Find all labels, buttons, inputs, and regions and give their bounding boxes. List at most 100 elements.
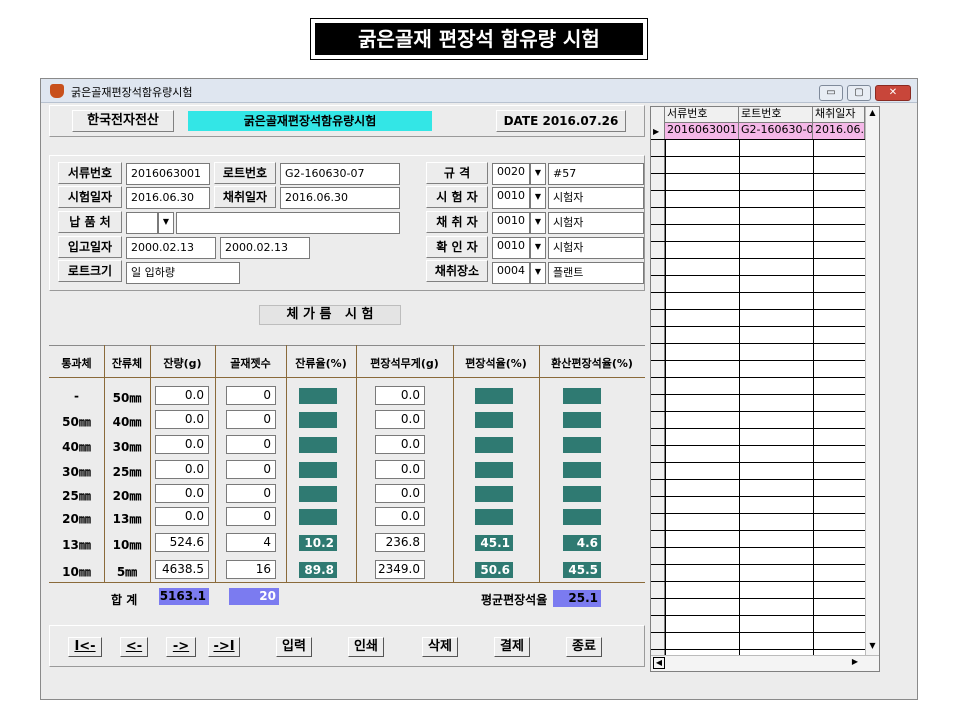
grid-col-doc-no[interactable]: 서류번호 xyxy=(665,107,739,123)
lot-size-field[interactable]: 일 입하량 xyxy=(126,262,240,284)
doc-no-field[interactable]: 2016063001 xyxy=(126,163,210,185)
flaky-mass-field[interactable]: 0.0 xyxy=(375,507,425,526)
flaky-pct-value: 45.1 xyxy=(475,535,513,551)
flaky-mass-field[interactable]: 236.8 xyxy=(375,533,425,552)
grid-col-line xyxy=(665,139,666,655)
date-display: DATE 2016.07.26 xyxy=(496,110,626,132)
first-record-button[interactable]: I<- xyxy=(68,637,102,657)
flaky-mass-field[interactable]: 0.0 xyxy=(375,460,425,479)
count-field[interactable]: 4 xyxy=(226,533,276,552)
checker-label: 확 인 자 xyxy=(426,236,488,258)
scroll-left-icon[interactable]: ◀ xyxy=(653,657,665,669)
exit-button[interactable]: 종료 xyxy=(566,637,602,657)
maximize-button[interactable]: ▢ xyxy=(847,85,871,101)
supplier-name-field[interactable] xyxy=(176,212,400,234)
arrival-from-field[interactable]: 2000.02.13 xyxy=(126,237,216,259)
grid-col-collect-date[interactable]: 채취일자 xyxy=(813,107,865,123)
collector-name-field[interactable]: 시험자 xyxy=(548,212,644,234)
mass-field[interactable]: 0.0 xyxy=(155,484,209,503)
grid-cell-doc-no[interactable]: 2016063001 xyxy=(665,123,739,139)
supplier-code-field[interactable] xyxy=(126,212,158,234)
pass-sieve-label: 30㎜ xyxy=(62,465,91,479)
minimize-button[interactable]: ▭ xyxy=(819,85,843,101)
spec-value-field[interactable]: #57 xyxy=(548,163,644,185)
count-field[interactable]: 0 xyxy=(226,484,276,503)
grid-row-line xyxy=(651,513,865,514)
mass-field[interactable]: 524.6 xyxy=(155,533,209,552)
print-button[interactable]: 인쇄 xyxy=(348,637,384,657)
arrival-to-field[interactable]: 2000.02.13 xyxy=(220,237,310,259)
tester-code-field[interactable]: 0010 xyxy=(492,187,530,209)
approve-button[interactable]: 결제 xyxy=(494,637,530,657)
flaky-pct-value xyxy=(475,388,513,404)
spec-label: 규 격 xyxy=(426,162,488,184)
grid-col-line xyxy=(739,139,740,655)
supplier-dropdown-arrow-icon[interactable]: ▼ xyxy=(158,212,174,234)
mass-field[interactable]: 0.0 xyxy=(155,435,209,454)
collector-dropdown-arrow-icon[interactable]: ▼ xyxy=(530,212,546,234)
retain-pct-value xyxy=(299,509,337,525)
delete-button[interactable]: 삭제 xyxy=(422,637,458,657)
site-name-field[interactable]: 플랜트 xyxy=(548,262,644,284)
site-label: 채취장소 xyxy=(426,260,488,282)
grid-row-line xyxy=(651,564,865,565)
grid-cell-lot-no[interactable]: G2-160630-07 xyxy=(739,123,813,139)
retain-sieve-label: 50㎜ xyxy=(112,391,142,405)
mass-field[interactable]: 0.0 xyxy=(155,460,209,479)
count-field[interactable]: 0 xyxy=(226,410,276,429)
scroll-right-icon[interactable]: ▶ xyxy=(849,657,861,669)
scroll-up-icon[interactable]: ▲ xyxy=(867,108,878,120)
converted-pct-value: 4.6 xyxy=(563,535,601,551)
close-button[interactable]: ✕ xyxy=(875,85,911,101)
collector-code-field[interactable]: 0010 xyxy=(492,212,530,234)
grid-row-line xyxy=(651,190,865,191)
scroll-down-icon[interactable]: ▼ xyxy=(867,641,878,653)
next-record-button[interactable]: -> xyxy=(166,637,196,657)
slide-title-box: 굵은골재 편장석 함유량 시험 xyxy=(310,18,648,60)
flaky-pct-value xyxy=(475,509,513,525)
vertical-scrollbar[interactable]: ▲ ▼ xyxy=(865,107,879,655)
site-code-field[interactable]: 0004 xyxy=(492,262,530,284)
count-field[interactable]: 0 xyxy=(226,507,276,526)
converted-pct-value xyxy=(563,462,601,478)
grid-row-line xyxy=(651,173,865,174)
count-field[interactable]: 0 xyxy=(226,460,276,479)
tester-dropdown-arrow-icon[interactable]: ▼ xyxy=(530,187,546,209)
input-button[interactable]: 입력 xyxy=(276,637,312,657)
mass-field[interactable]: 0.0 xyxy=(155,386,209,405)
grid-cell-collect-date[interactable]: 2016.06.3 xyxy=(813,123,865,139)
record-grid[interactable]: 서류번호 로트번호 채취일자 ▶ 2016063001 G2-160630-07… xyxy=(650,106,880,672)
tester-name-field[interactable]: 시험자 xyxy=(548,187,644,209)
pass-sieve-label: 40㎜ xyxy=(62,440,91,454)
collect-date-field[interactable]: 2016.06.30 xyxy=(280,187,400,209)
horizontal-scrollbar[interactable]: ◀ ▶ xyxy=(651,655,879,671)
avg-flaky-value: 25.1 xyxy=(553,590,601,607)
mass-field[interactable]: 4638.5 xyxy=(155,560,209,579)
site-dropdown-arrow-icon[interactable]: ▼ xyxy=(530,262,546,284)
spec-code-field[interactable]: 0020 xyxy=(492,163,530,185)
flaky-mass-field[interactable]: 0.0 xyxy=(375,410,425,429)
count-field[interactable]: 0 xyxy=(226,435,276,454)
window-title: 굵은골재편장석함유량시험 xyxy=(71,86,193,99)
checker-code-field[interactable]: 0010 xyxy=(492,237,530,259)
checker-dropdown-arrow-icon[interactable]: ▼ xyxy=(530,237,546,259)
lot-no-field[interactable]: G2-160630-07 xyxy=(280,163,400,185)
test-date-field[interactable]: 2016.06.30 xyxy=(126,187,210,209)
flaky-mass-field[interactable]: 0.0 xyxy=(375,484,425,503)
mass-field[interactable]: 0.0 xyxy=(155,410,209,429)
retain-pct-value: 89.8 xyxy=(299,562,337,578)
flaky-mass-field[interactable]: 2349.0 xyxy=(375,560,425,579)
retain-sieve-label: 30㎜ xyxy=(112,440,142,454)
prev-record-button[interactable]: <- xyxy=(120,637,148,657)
count-field[interactable]: 16 xyxy=(226,560,276,579)
flaky-mass-field[interactable]: 0.0 xyxy=(375,386,425,405)
spec-dropdown-arrow-icon[interactable]: ▼ xyxy=(530,163,546,185)
last-record-button[interactable]: ->I xyxy=(208,637,240,657)
col-retain-sieve: 잔류체 xyxy=(111,357,143,370)
mass-field[interactable]: 0.0 xyxy=(155,507,209,526)
grid-col-lot-no[interactable]: 로트번호 xyxy=(739,107,813,123)
test-date-label: 시험일자 xyxy=(58,186,122,208)
checker-name-field[interactable]: 시험자 xyxy=(548,237,644,259)
flaky-mass-field[interactable]: 0.0 xyxy=(375,435,425,454)
count-field[interactable]: 0 xyxy=(226,386,276,405)
